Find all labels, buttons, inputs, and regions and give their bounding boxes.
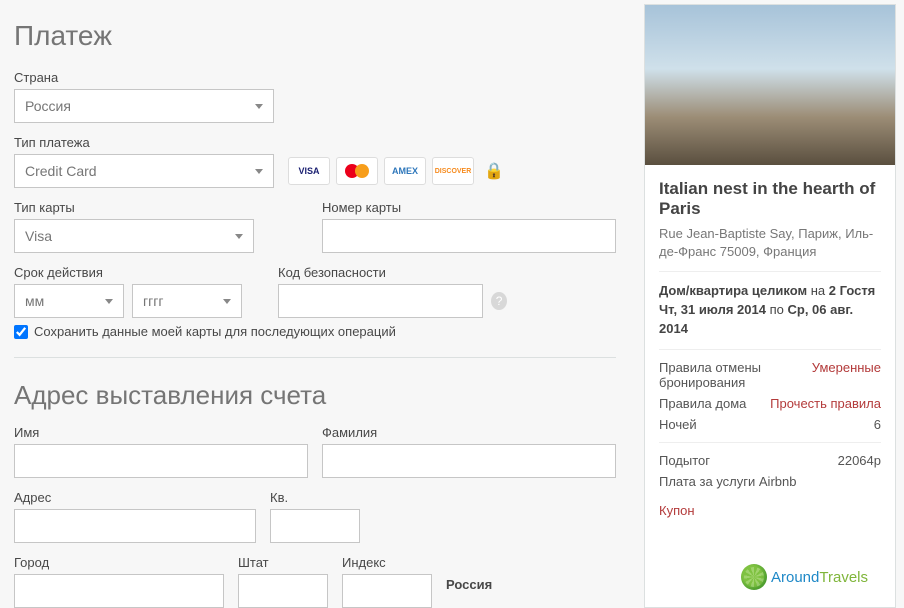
- cvv-label: Код безопасности: [278, 265, 507, 280]
- chevron-down-icon: [255, 169, 263, 174]
- date-summary: Чт, 31 июля 2014 по Ср, 06 авг. 2014: [659, 301, 881, 339]
- save-card-label: Сохранить данные моей карты для последую…: [34, 324, 396, 339]
- subtotal-value: 22064p: [838, 453, 881, 468]
- divider: [14, 357, 616, 358]
- globe-icon: [741, 564, 767, 590]
- nights-label: Ночей: [659, 417, 874, 432]
- state-label: Штат: [238, 555, 328, 570]
- exp-month-ph: мм: [25, 293, 44, 309]
- city-label: Город: [14, 555, 224, 570]
- coupon-link[interactable]: Купон: [659, 503, 695, 518]
- mastercard-icon: [336, 157, 378, 185]
- nights-value: 6: [874, 417, 881, 432]
- billing-title: Адрес выставления счета: [14, 380, 616, 411]
- room-summary: Дом/квартира целиком на 2 Гостя: [659, 282, 881, 301]
- card-number-label: Номер карты: [322, 200, 616, 215]
- rules-label: Правила дома: [659, 396, 770, 411]
- cvv-input[interactable]: [278, 284, 483, 318]
- cancel-link[interactable]: Умеренные: [812, 360, 881, 390]
- payment-title: Платеж: [14, 20, 616, 52]
- fee-label: Плата за услуги Airbnb: [659, 474, 881, 489]
- lock-icon: 🔒: [484, 161, 504, 181]
- state-input[interactable]: [238, 574, 328, 608]
- zip-input[interactable]: [342, 574, 432, 608]
- last-name-label: Фамилия: [322, 425, 616, 440]
- exp-month-select[interactable]: мм: [14, 284, 124, 318]
- apt-input[interactable]: [270, 509, 360, 543]
- listing-address: Rue Jean-Baptiste Say, Париж, Иль-де-Фра…: [659, 225, 881, 261]
- watermark: AroundTravels: [741, 564, 868, 590]
- discover-icon: DISCOVER: [432, 157, 474, 185]
- apt-label: Кв.: [270, 490, 360, 505]
- exp-year-ph: гггг: [143, 293, 163, 309]
- first-name-label: Имя: [14, 425, 308, 440]
- country-value: Россия: [25, 98, 71, 114]
- country-label: Страна: [14, 70, 616, 85]
- exp-label: Срок действия: [14, 265, 242, 280]
- card-type-select[interactable]: Visa: [14, 219, 254, 253]
- save-card-checkbox[interactable]: [14, 325, 28, 339]
- cancel-label: Правила отмены бронирования: [659, 360, 812, 390]
- rules-link[interactable]: Прочесть правила: [770, 396, 881, 411]
- listing-title: Italian nest in the hearth of Paris: [659, 179, 881, 219]
- chevron-down-icon: [223, 299, 231, 304]
- card-type-value: Visa: [25, 228, 52, 244]
- chevron-down-icon: [105, 299, 113, 304]
- first-name-input[interactable]: [14, 444, 308, 478]
- card-type-label: Тип карты: [14, 200, 308, 215]
- billing-country-static: Россия: [446, 555, 492, 608]
- visa-icon: VISA: [288, 157, 330, 185]
- summary-panel: Italian nest in the hearth of Paris Rue …: [644, 4, 896, 608]
- amex-icon: AMEX: [384, 157, 426, 185]
- listing-image: [645, 5, 895, 165]
- card-number-input[interactable]: [322, 219, 616, 253]
- last-name-input[interactable]: [322, 444, 616, 478]
- chevron-down-icon: [235, 234, 243, 239]
- chevron-down-icon: [255, 104, 263, 109]
- payment-type-label: Тип платежа: [14, 135, 274, 150]
- payment-type-value: Credit Card: [25, 163, 97, 179]
- exp-year-select[interactable]: гггг: [132, 284, 242, 318]
- addr-input[interactable]: [14, 509, 256, 543]
- help-icon[interactable]: ?: [491, 292, 507, 310]
- subtotal-label: Подытог: [659, 453, 838, 468]
- zip-label: Индекс: [342, 555, 432, 570]
- addr-label: Адрес: [14, 490, 256, 505]
- city-input[interactable]: [14, 574, 224, 608]
- payment-type-select[interactable]: Credit Card: [14, 154, 274, 188]
- country-select[interactable]: Россия: [14, 89, 274, 123]
